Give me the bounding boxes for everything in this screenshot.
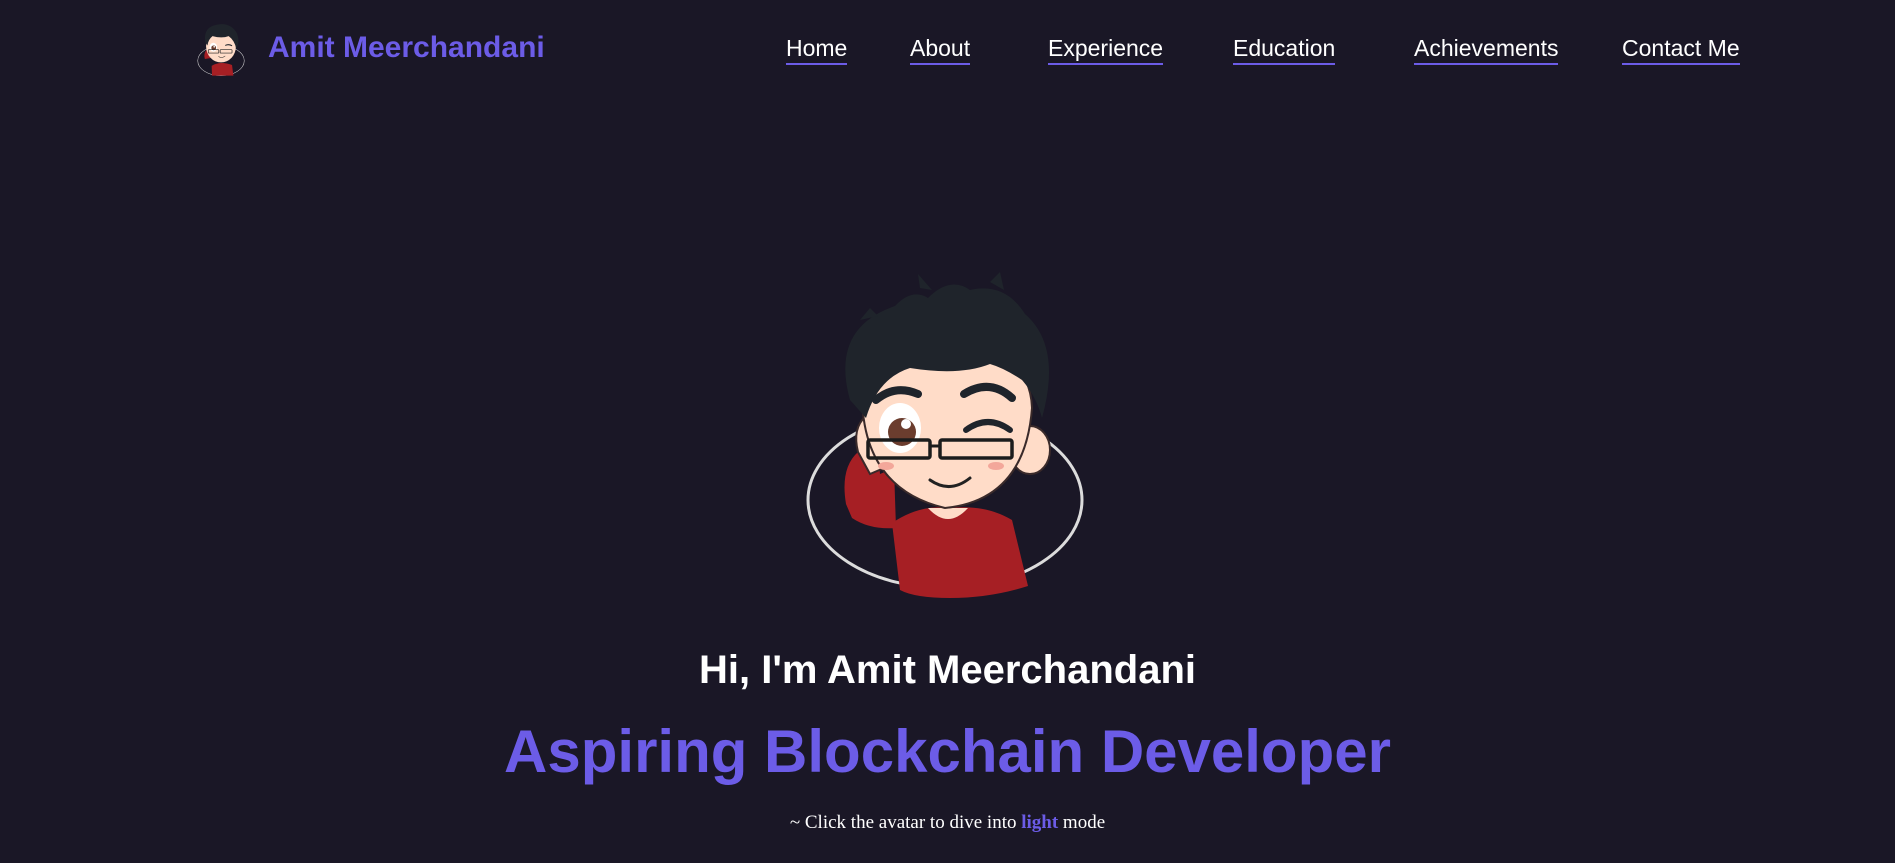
theme-hint: ~ Click the avatar to dive into light mo… — [0, 811, 1895, 835]
avatar-icon — [197, 24, 245, 76]
role-heading: Aspiring Blockchain Developer — [504, 718, 1391, 785]
nav-about[interactable]: About — [910, 33, 971, 65]
nav-education[interactable]: Education — [1233, 33, 1336, 65]
hint-prefix: ~ Click the avatar to dive into — [789, 812, 1022, 833]
hint-mode-word: light — [1021, 812, 1059, 833]
brand-name: Amit Meerchandani — [268, 31, 545, 64]
nav-home[interactable]: Home — [786, 33, 848, 65]
nav-achievements[interactable]: Achievements — [1414, 33, 1559, 65]
greeting-heading: Hi, I'm Amit Meerchandani — [698, 648, 1196, 692]
nav-contact-me[interactable]: Contact Me — [1622, 33, 1740, 65]
hint-suffix: mode — [1058, 812, 1106, 833]
brand-link[interactable]: Amit Meerchandani — [196, 20, 545, 76]
avatar-icon[interactable] — [800, 268, 1090, 598]
nav-experience[interactable]: Experience — [1048, 33, 1164, 65]
